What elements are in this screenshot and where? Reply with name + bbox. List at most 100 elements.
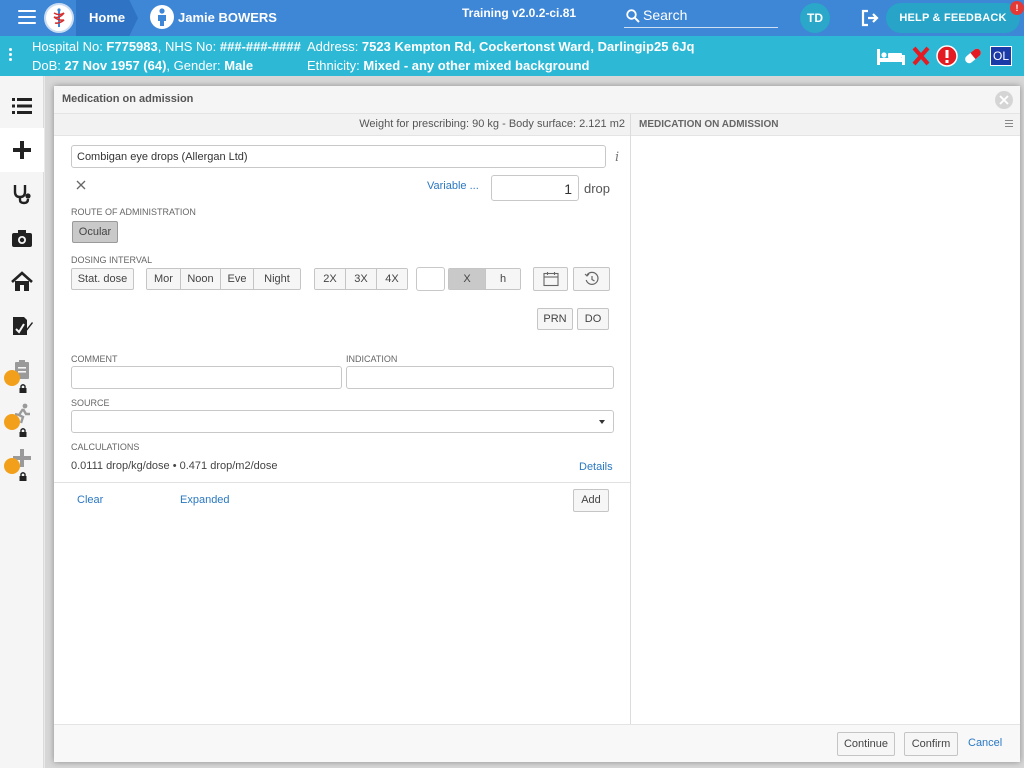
pill-icon[interactable] — [962, 45, 984, 67]
home-tab[interactable]: Home — [89, 10, 125, 25]
left-sidebar — [0, 76, 44, 768]
freq-3x-button[interactable]: 3X — [346, 269, 377, 289]
source-label: SOURCE — [71, 398, 110, 408]
comment-label: COMMENT — [71, 354, 118, 364]
calculations-label: CALCULATIONS — [71, 442, 140, 452]
calendar-button[interactable] — [533, 267, 568, 291]
weight-bar: Weight for prescribing: 90 kg - Body sur… — [54, 114, 630, 136]
sidebar-item-home[interactable] — [0, 260, 44, 304]
lock-icon — [4, 370, 27, 393]
time-mor-button[interactable]: Mor — [147, 269, 181, 289]
logout-icon[interactable] — [860, 8, 880, 28]
sidebar-item-add[interactable] — [0, 128, 44, 172]
add-button[interactable]: Add — [573, 489, 609, 512]
banner-dob-line: DoB: 27 Nov 1957 (64), Gender: Male — [32, 58, 254, 73]
clear-drug-icon[interactable] — [76, 180, 86, 190]
variable-dose-link[interactable]: Variable ... — [427, 180, 479, 192]
modal-footer: Continue Confirm Cancel — [54, 724, 1020, 762]
gender-value: Male — [224, 58, 254, 73]
cancel-link[interactable]: Cancel — [968, 737, 1002, 749]
search-icon — [626, 9, 640, 23]
hospital-number: F775983 — [106, 39, 158, 54]
indication-input[interactable] — [346, 366, 614, 389]
menu-lines-icon[interactable] — [1005, 120, 1013, 129]
interval-number-input[interactable] — [416, 267, 445, 291]
route-label: ROUTE OF ADMINISTRATION — [71, 207, 196, 217]
dob-value: 27 Nov 1957 (64) — [64, 58, 167, 73]
sidebar-item-notes[interactable] — [0, 304, 44, 348]
stethoscope-icon — [13, 185, 31, 205]
banner-more-icon[interactable] — [9, 48, 13, 63]
calendar-icon — [542, 272, 559, 287]
ethnicity-value: Mixed - any other mixed background — [363, 58, 590, 73]
ol-badge[interactable]: OL — [990, 46, 1012, 66]
comment-input[interactable] — [71, 366, 342, 389]
schedule-button[interactable] — [573, 267, 610, 291]
freq-4x-button[interactable]: 4X — [377, 269, 407, 289]
help-feedback-button[interactable]: HELP & FEEDBACK — [886, 3, 1020, 33]
help-notification-badge: ! — [1010, 1, 1024, 15]
dose-unit: drop — [584, 181, 611, 196]
prescribing-form: Weight for prescribing: 90 kg - Body sur… — [54, 114, 630, 724]
modal-title: Medication on admission — [62, 93, 194, 105]
info-icon[interactable]: i — [615, 150, 619, 165]
dose-input[interactable]: 1 — [491, 175, 579, 201]
time-noon-button[interactable]: Noon — [181, 269, 221, 289]
search-box[interactable]: Search — [624, 6, 778, 28]
expanded-link[interactable]: Expanded — [180, 494, 230, 506]
sidebar-item-activity-locked[interactable] — [0, 392, 44, 437]
sidebar-item-list[interactable] — [0, 84, 44, 128]
sidebar-item-clipboard-locked[interactable] — [0, 348, 44, 393]
caduceus-icon — [53, 8, 65, 27]
route-ocular-button[interactable]: Ocular — [72, 221, 118, 243]
user-avatar[interactable]: TD — [800, 3, 830, 33]
dosing-interval-label: DOSING INTERVAL — [71, 255, 153, 265]
calculations-text: 0.0111 drop/kg/dose • 0.471 drop/m2/dose — [71, 460, 278, 472]
freq-2x-button[interactable]: 2X — [315, 269, 346, 289]
details-link[interactable]: Details — [579, 461, 613, 473]
lock-icon — [4, 414, 27, 437]
banner-ethnicity-line: Ethnicity: Mixed - any other mixed backg… — [307, 58, 590, 73]
medication-modal: Medication on admission Weight for presc… — [54, 86, 1020, 762]
edit-document-icon — [13, 317, 33, 335]
banner-hospital-line: Hospital No: F775983, NHS No: ###-###-##… — [32, 39, 301, 54]
list-icon — [12, 98, 32, 114]
time-eve-button[interactable]: Eve — [221, 269, 254, 289]
chevron-down-icon — [599, 420, 605, 424]
camera-icon — [12, 230, 32, 247]
drug-input[interactable]: Combigan eye drops (Allergan Ltd) — [71, 145, 606, 168]
warning-icon[interactable] — [936, 45, 958, 67]
interval-h-button[interactable]: h — [486, 269, 520, 289]
sidebar-item-clinical[interactable] — [0, 172, 44, 216]
alert-x-icon[interactable] — [911, 45, 931, 67]
search-label: Search — [643, 7, 688, 23]
top-bar: Home Jamie BOWERS Training v2.0.2-ci.81 … — [0, 0, 1024, 36]
clear-link[interactable]: Clear — [77, 494, 103, 506]
medication-list-header: MEDICATION ON ADMISSION — [631, 114, 1020, 136]
source-select[interactable] — [71, 410, 614, 433]
time-night-button[interactable]: Night — [254, 269, 300, 289]
patient-banner: Hospital No: F775983, NHS No: ###-###-##… — [0, 36, 1024, 76]
plus-icon — [13, 141, 31, 159]
close-icon — [999, 95, 1009, 105]
interval-x-button[interactable]: X — [449, 269, 486, 289]
frequency-group: 2X 3X 4X — [314, 268, 408, 290]
sidebar-item-plus-locked[interactable] — [0, 436, 44, 481]
interval-unit-group: X h — [448, 268, 521, 290]
clock-history-icon — [584, 271, 598, 285]
modal-close-button[interactable] — [995, 91, 1013, 109]
do-button[interactable]: DO — [577, 308, 609, 330]
sidebar-item-camera[interactable] — [0, 216, 44, 260]
continue-button[interactable]: Continue — [837, 732, 895, 756]
bed-icon[interactable] — [876, 45, 906, 67]
address-value: 7523 Kempton Rd, Cockertonst Ward, Darli… — [361, 39, 695, 54]
home-icon — [11, 271, 33, 291]
stat-dose-button[interactable]: Stat. dose — [71, 268, 134, 290]
patient-name[interactable]: Jamie BOWERS — [178, 10, 277, 25]
patient-person-icon — [150, 5, 174, 29]
prn-button[interactable]: PRN — [537, 308, 573, 330]
app-logo[interactable] — [44, 3, 74, 33]
weight-text: Weight for prescribing: 90 kg - Body sur… — [359, 118, 625, 130]
menu-icon[interactable] — [18, 10, 36, 24]
confirm-button[interactable]: Confirm — [904, 732, 958, 756]
